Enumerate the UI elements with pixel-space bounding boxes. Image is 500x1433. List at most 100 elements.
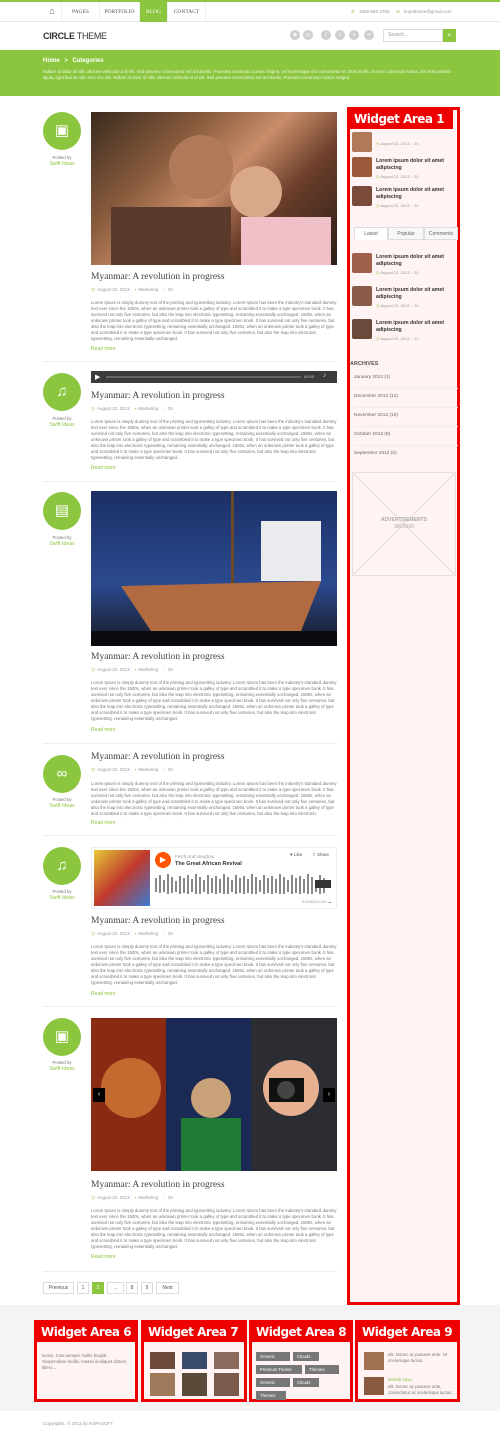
search-input[interactable]: Search... — [383, 29, 443, 42]
read-more-link[interactable]: Read more — [91, 346, 116, 352]
post-title[interactable]: Lorem ipsum dolor sit amet adipiscing — [376, 158, 458, 172]
post-title[interactable]: Myanmar: A revolution in progress — [91, 652, 225, 662]
post-thumbnail[interactable] — [352, 253, 372, 273]
sidebar-post-item[interactable]: ◷ August 22, 2013 ◌ 20 — [352, 132, 458, 156]
soundcloud-player[interactable]: ▶ Fetch And Vaughan The Great African Re… — [91, 847, 337, 909]
post-title[interactable]: Myanmar: A revolution in progress — [91, 391, 225, 401]
post-thumbnail[interactable] — [352, 319, 372, 339]
read-more-link[interactable]: Read more — [91, 727, 116, 733]
clock-icon: ◷ — [91, 667, 95, 672]
search-button[interactable]: ⌕ — [443, 29, 456, 42]
soundcloud-play-icon[interactable]: ▶ — [155, 852, 171, 868]
post-thumbnail[interactable] — [352, 286, 372, 306]
track-artist[interactable]: Fetch And Vaughan — [175, 854, 214, 859]
share-button[interactable]: ⇪ Share — [312, 852, 329, 858]
post-date: ◷ August 22, 2013 ◌ 20 — [376, 141, 419, 146]
post-thumbnail[interactable] — [352, 132, 372, 152]
gallery-thumbnail[interactable] — [150, 1373, 175, 1396]
like-button[interactable]: ♥ Like — [290, 852, 302, 857]
pagination-page[interactable]: 9 — [141, 1282, 153, 1294]
archive-link[interactable]: September 2012 (5) — [354, 451, 397, 456]
nav-item-contact[interactable]: CONTACT — [168, 2, 206, 22]
tag-link[interactable]: Themes — [256, 1391, 286, 1400]
post-thumbnail[interactable] — [352, 157, 372, 177]
advertisement-box[interactable]: ADVERTISEMENTS 300X300 — [352, 472, 456, 576]
track-title[interactable]: The Great African Revival — [175, 861, 242, 867]
gallery-thumbnail[interactable] — [182, 1352, 207, 1369]
twitter-icon[interactable]: t — [335, 30, 345, 40]
tag-link[interactable]: Clouds — [293, 1378, 319, 1387]
commenter-avatar[interactable] — [364, 1377, 384, 1395]
read-more-link[interactable]: Read more — [91, 465, 116, 471]
post-author: Posted by Swift Ideas — [49, 797, 75, 809]
pagination-page[interactable]: 1 — [77, 1282, 89, 1294]
post-gallery-slider[interactable]: ‹ › — [91, 1018, 337, 1171]
post-title[interactable]: Lorem ipsum dolor sit amet adipiscing — [376, 254, 458, 268]
post-title[interactable]: Lorem ipsum dolor sit amet adipiscing — [376, 187, 458, 201]
sidebar-post-item[interactable]: Lorem ipsum dolor sit amet adipiscing ◷ … — [352, 186, 458, 210]
post-title[interactable]: Myanmar: A revolution in progress — [91, 272, 225, 282]
gallery-thumbnail[interactable] — [214, 1373, 239, 1396]
rss-icon[interactable]: ◉ — [290, 30, 300, 40]
email-address[interactable]: kopatheme@gmail.com — [404, 9, 451, 14]
post-title[interactable]: Myanmar: A revolution in progress — [91, 1180, 225, 1190]
archive-link[interactable]: December 2012 (12) — [354, 394, 398, 399]
sidebar-post-item[interactable]: Lorem ipsum dolor sit amet adipiscing ◷ … — [352, 253, 458, 277]
tag-link[interactable]: Premium Theme — [256, 1365, 302, 1374]
tag-link[interactable]: Generic — [256, 1352, 290, 1361]
post-thumbnail[interactable] — [352, 186, 372, 206]
nav-item-portfolio[interactable]: PORTFOLIO — [100, 2, 140, 22]
site-logo[interactable]: CIRCLE THEME — [43, 31, 107, 41]
dribbble-icon[interactable]: ◎ — [303, 30, 313, 40]
post-title[interactable]: Myanmar: A revolution in progress — [91, 916, 225, 926]
archive-link[interactable]: January 2013 (1) — [354, 375, 390, 380]
flickr-icon[interactable]: •• — [364, 30, 374, 40]
volume-icon[interactable]: ♪ — [323, 372, 327, 379]
sidebar-post-item[interactable]: Lorem ipsum dolor sit amet adipiscing ◷ … — [352, 157, 458, 181]
commenter-avatar[interactable] — [364, 1352, 384, 1370]
post-title[interactable]: Myanmar: A revolution in progress — [91, 752, 225, 762]
audio-progress[interactable] — [106, 376, 301, 378]
tag-link[interactable]: Generic — [256, 1378, 290, 1387]
sidebar-post-item[interactable]: Lorem ipsum dolor sit amet adipiscing ◷ … — [352, 286, 458, 310]
vimeo-icon[interactable]: v — [349, 30, 359, 40]
post-image-boat[interactable] — [91, 491, 337, 646]
tab-latest[interactable]: Latest — [354, 227, 388, 240]
tag-link[interactable]: Clouds — [293, 1352, 319, 1361]
waveform[interactable] — [155, 872, 335, 896]
tab-comments[interactable]: Comments — [424, 227, 458, 240]
pagination-previous[interactable]: Previous — [43, 1282, 74, 1294]
tab-popular[interactable]: Popular — [388, 227, 424, 240]
pagination-next[interactable]: Next — [156, 1282, 179, 1294]
post-title[interactable]: Lorem ipsum dolor sit amet adipiscing — [376, 287, 458, 301]
slider-next-arrow-icon[interactable]: › — [323, 1088, 335, 1102]
nav-item-blog[interactable]: BLOG — [140, 2, 168, 22]
post-divider — [43, 835, 337, 836]
slider-prev-arrow-icon[interactable]: ‹ — [93, 1088, 105, 1102]
post-title[interactable]: Lorem ipsum dolor sit amet adipiscing — [376, 320, 458, 334]
tag-link[interactable]: Themes — [305, 1365, 339, 1374]
facebook-icon[interactable]: f — [321, 30, 331, 40]
read-more-link[interactable]: Read more — [91, 1254, 116, 1260]
gallery-thumbnail[interactable] — [150, 1352, 175, 1369]
banner-text: Nullam id dolor id nibh ultricies vehicu… — [43, 69, 451, 80]
soundcloud-logo[interactable]: SOUNDCLOUD ☁ — [302, 900, 331, 904]
play-icon[interactable]: ▶ — [95, 373, 100, 381]
post-meta: ◷ August 22, 2013 ▪ Marketing ◌ 25 — [91, 931, 173, 936]
gallery-thumbnail[interactable] — [214, 1352, 239, 1369]
read-more-link[interactable]: Read more — [91, 820, 116, 826]
sidebar-post-item[interactable]: Lorem ipsum dolor sit amet adipiscing ◷ … — [352, 319, 458, 343]
read-more-link[interactable]: Read more — [91, 991, 116, 997]
comment-author[interactable]: Darrell says: — [388, 1377, 413, 1382]
pagination-page[interactable]: 8 — [126, 1282, 138, 1294]
widget-area-label: Widget Area 8 — [252, 1323, 350, 1342]
home-icon[interactable]: ⌂ — [43, 2, 62, 22]
archive-link[interactable]: October 2012 (8) — [354, 432, 390, 437]
nav-item-pages[interactable]: PAGES — [62, 2, 100, 22]
audio-player[interactable]: ▶ 00:00 ♪ — [91, 371, 337, 383]
gallery-thumbnail[interactable] — [182, 1373, 207, 1396]
pagination-page-current[interactable]: 2 — [92, 1282, 104, 1294]
post-image-family[interactable] — [91, 112, 337, 265]
breadcrumb-home[interactable]: Home — [43, 58, 60, 64]
archive-link[interactable]: November 2012 (10) — [354, 413, 398, 418]
